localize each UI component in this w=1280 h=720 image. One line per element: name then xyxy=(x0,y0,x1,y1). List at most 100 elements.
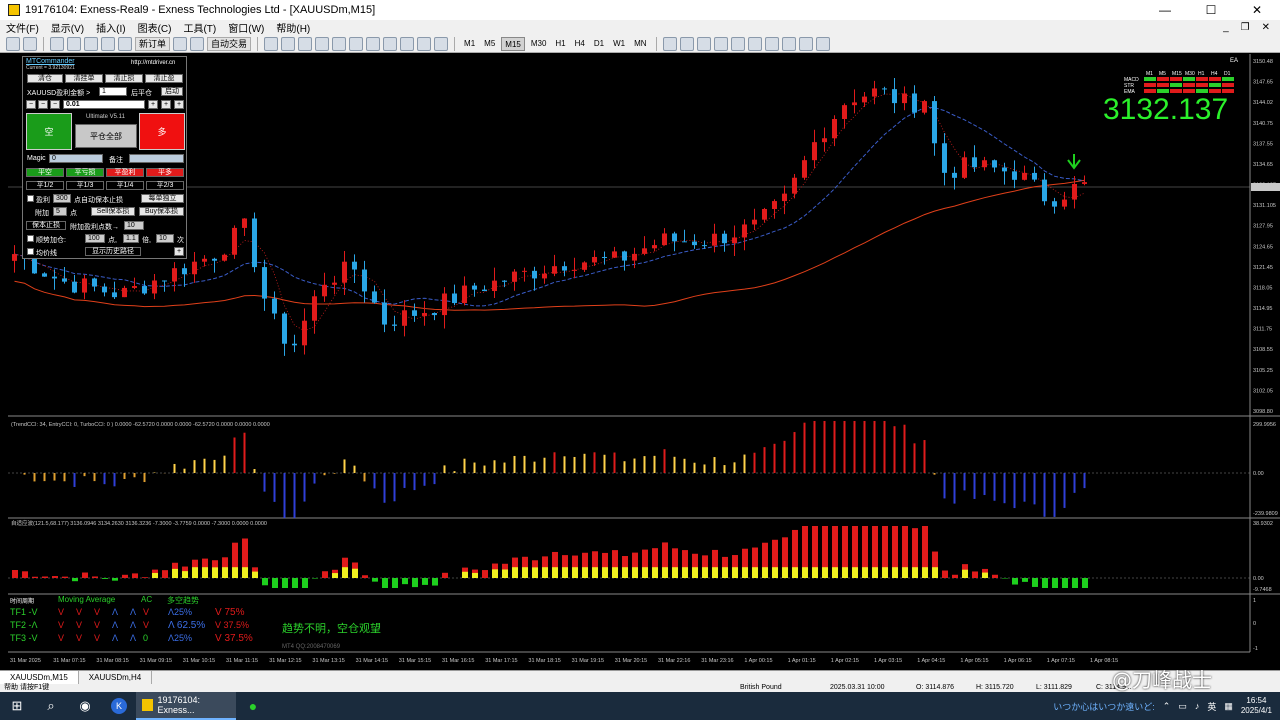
close-buys-button[interactable]: 平多 xyxy=(146,168,184,177)
k-app-icon[interactable]: K xyxy=(102,692,136,720)
strategy-tester-icon[interactable] xyxy=(118,36,132,51)
close-sells-button[interactable]: 平空 xyxy=(26,168,64,177)
buy-breakeven-button[interactable]: Buy保本损 xyxy=(139,207,184,216)
clock[interactable]: 16:54 2025/4/1 xyxy=(1241,696,1272,716)
close-third-button[interactable]: 平1/3 xyxy=(66,181,104,190)
close-profitable-button[interactable]: 平盈利 xyxy=(106,168,144,177)
trend-points-input[interactable]: 100 xyxy=(85,234,105,243)
profit-points-input[interactable]: 300 xyxy=(53,194,71,203)
menu-help[interactable]: 帮助(H) xyxy=(270,20,316,35)
lot-increase-button[interactable]: + xyxy=(161,100,171,109)
clear-pending-button[interactable]: 清挂单 xyxy=(65,74,103,83)
close-button[interactable]: ✕ xyxy=(1234,0,1280,20)
tf-mn[interactable]: MN xyxy=(631,37,649,51)
arrows-icon[interactable] xyxy=(815,36,830,51)
minimize-button[interactable]: — xyxy=(1142,0,1188,20)
label-icon[interactable] xyxy=(798,36,813,51)
tf-w1[interactable]: W1 xyxy=(610,37,628,51)
templates-icon[interactable] xyxy=(434,36,449,51)
lot-increase-small-button[interactable]: + xyxy=(148,100,158,109)
channel-icon[interactable] xyxy=(747,36,762,51)
zoom-out-icon[interactable] xyxy=(332,36,347,51)
menu-window[interactable]: 窗口(W) xyxy=(222,20,270,35)
cursor-icon[interactable] xyxy=(662,36,677,51)
start-button[interactable]: 启动 xyxy=(161,87,183,96)
tile-windows-icon[interactable] xyxy=(349,36,364,51)
panel-expand-button[interactable]: + xyxy=(174,247,184,256)
volume-icon[interactable]: ♪ xyxy=(1195,701,1200,711)
panel-url[interactable]: http://mtdriver.cn xyxy=(131,60,175,66)
search-icon[interactable]: ⌕ xyxy=(34,692,68,720)
terminal-icon[interactable] xyxy=(101,36,115,51)
profit-checkbox[interactable] xyxy=(27,195,34,202)
close-losing-button[interactable]: 平亏损 xyxy=(66,168,104,177)
line-chart-icon[interactable] xyxy=(298,36,313,51)
indicators-icon[interactable] xyxy=(400,36,415,51)
navigator-icon[interactable] xyxy=(84,36,98,51)
sell-button[interactable]: 空 xyxy=(26,113,72,150)
lot-increase-big-button[interactable]: + xyxy=(174,100,184,109)
autotrade-button[interactable]: 自动交易 xyxy=(207,36,252,51)
bar-chart-icon[interactable] xyxy=(264,36,279,51)
menu-view[interactable]: 显示(V) xyxy=(45,20,90,35)
tf-m1[interactable]: M1 xyxy=(461,37,478,51)
trend-add-checkbox[interactable] xyxy=(27,235,34,242)
lot-size-input[interactable]: 0.01 xyxy=(63,100,145,109)
trend-multiplier-input[interactable]: 1.1 xyxy=(123,234,139,243)
autoscroll-icon[interactable] xyxy=(366,36,381,51)
close-quarter-button[interactable]: 平1/4 xyxy=(106,181,144,190)
menu-charts[interactable]: 图表(C) xyxy=(132,20,178,35)
tray-up-icon[interactable]: ⌃ xyxy=(1163,701,1171,712)
trendline-icon[interactable] xyxy=(730,36,745,51)
ime-lang[interactable]: 英 xyxy=(1207,700,1216,713)
close-all-positions-button[interactable]: 清仓 xyxy=(27,74,63,83)
show-history-button[interactable]: 显示历史路径 xyxy=(85,247,141,256)
breakeven-stop-button[interactable]: 保本止损 xyxy=(26,221,66,230)
tf-h4[interactable]: H4 xyxy=(572,37,588,51)
market-watch-icon[interactable] xyxy=(50,36,64,51)
candlestick-icon[interactable] xyxy=(281,36,296,51)
fibonacci-icon[interactable] xyxy=(764,36,779,51)
extra-profit-input[interactable]: 10 xyxy=(124,221,144,230)
close-two-thirds-button[interactable]: 平2/3 xyxy=(146,181,184,190)
text-icon[interactable] xyxy=(781,36,796,51)
lot-decrease-button[interactable]: − xyxy=(38,100,48,109)
sell-breakeven-button[interactable]: Sell保本损 xyxy=(91,207,135,216)
zoom-in-icon[interactable] xyxy=(315,36,330,51)
tf-m30[interactable]: M30 xyxy=(528,37,550,51)
chart-canvas[interactable]: 3150.48 3147.65 3144.02 3140.75 3137.55 3134.… xyxy=(8,54,1280,670)
meta-editor-icon[interactable] xyxy=(173,36,188,51)
wechat-icon[interactable]: ● xyxy=(236,692,270,720)
signals-icon[interactable] xyxy=(190,36,205,51)
profit-amount-input[interactable]: 1 xyxy=(99,87,127,96)
menu-tools[interactable]: 工具(T) xyxy=(177,20,222,35)
tf-m15[interactable]: M15 xyxy=(501,36,525,51)
clear-stoploss-button[interactable]: 清止损 xyxy=(105,74,143,83)
magic-input[interactable]: 0 xyxy=(49,154,103,163)
data-window-icon[interactable] xyxy=(67,36,81,51)
menu-insert[interactable]: 插入(I) xyxy=(90,20,131,35)
new-chart-icon[interactable] xyxy=(6,36,20,51)
profiles-icon[interactable] xyxy=(23,36,37,51)
tab-xauusdm-h4[interactable]: XAUUSDm,H4 xyxy=(79,671,153,684)
periods-icon[interactable] xyxy=(417,36,432,51)
avg-line-checkbox[interactable] xyxy=(27,248,34,255)
tab-xauusdm-m15[interactable]: XAUUSDm,M15 xyxy=(0,671,79,684)
menu-file[interactable]: 文件(F) xyxy=(0,20,45,35)
crosshair-icon[interactable] xyxy=(679,36,694,51)
lot-decrease-small-button[interactable]: − xyxy=(50,100,60,109)
maximize-button[interactable]: ☐ xyxy=(1188,0,1234,20)
tf-d1[interactable]: D1 xyxy=(591,37,607,51)
horizontal-line-icon[interactable] xyxy=(713,36,728,51)
mt4-taskbar-app[interactable]: 19176104: Exness... xyxy=(136,692,236,720)
chart-shift-icon[interactable] xyxy=(383,36,398,51)
mdi-restore-button[interactable]: ❐ xyxy=(1241,22,1250,33)
windows-start-icon[interactable]: ⊞ xyxy=(0,692,34,720)
add-points-input[interactable]: 5 xyxy=(53,207,67,216)
tf-m5[interactable]: M5 xyxy=(481,37,498,51)
mdi-close-button[interactable]: ✕ xyxy=(1262,22,1270,33)
note-input[interactable] xyxy=(129,154,184,163)
per-order-dropdown[interactable]: 每单独立 xyxy=(141,194,184,203)
new-order-button[interactable]: 新订单 xyxy=(135,36,171,51)
browser-icon[interactable]: ◉ xyxy=(68,692,102,720)
